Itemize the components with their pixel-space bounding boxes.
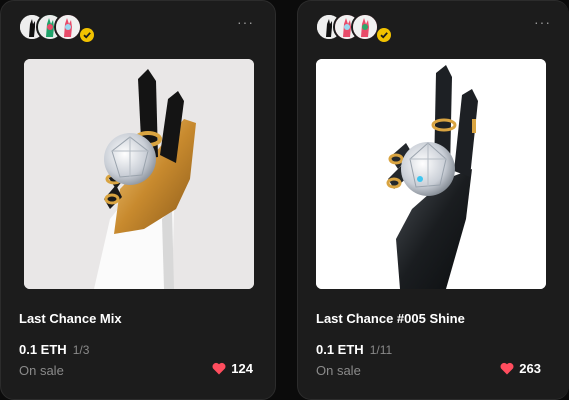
like-button[interactable]: 124	[212, 361, 253, 376]
sale-status: On sale	[19, 363, 64, 378]
price-row: 0.1 ETH 1/3	[19, 342, 89, 357]
artwork-image[interactable]	[24, 59, 254, 289]
price: 0.1 ETH	[316, 342, 364, 357]
artwork-image[interactable]	[316, 59, 546, 289]
like-button[interactable]: 263	[500, 361, 541, 376]
nft-card[interactable]: ···	[0, 0, 276, 400]
nft-card[interactable]: ···	[297, 0, 569, 400]
edition-count: 1/11	[369, 343, 393, 357]
avatar[interactable]	[54, 13, 82, 41]
nft-title[interactable]: Last Chance Mix	[19, 311, 122, 326]
avatar[interactable]	[351, 13, 379, 41]
sale-status: On sale	[316, 363, 361, 378]
verified-badge-icon	[377, 28, 391, 42]
heart-icon	[212, 362, 226, 375]
nft-title[interactable]: Last Chance #005 Shine	[316, 311, 465, 326]
verified-badge-icon	[80, 28, 94, 42]
edition-count: 1/3	[72, 343, 90, 357]
more-options-icon[interactable]: ···	[237, 15, 254, 29]
heart-icon	[500, 362, 514, 375]
like-count: 124	[231, 361, 253, 376]
price-row: 0.1 ETH 1/11	[316, 342, 392, 357]
price: 0.1 ETH	[19, 342, 67, 357]
like-count: 263	[519, 361, 541, 376]
more-options-icon[interactable]: ···	[534, 15, 551, 29]
